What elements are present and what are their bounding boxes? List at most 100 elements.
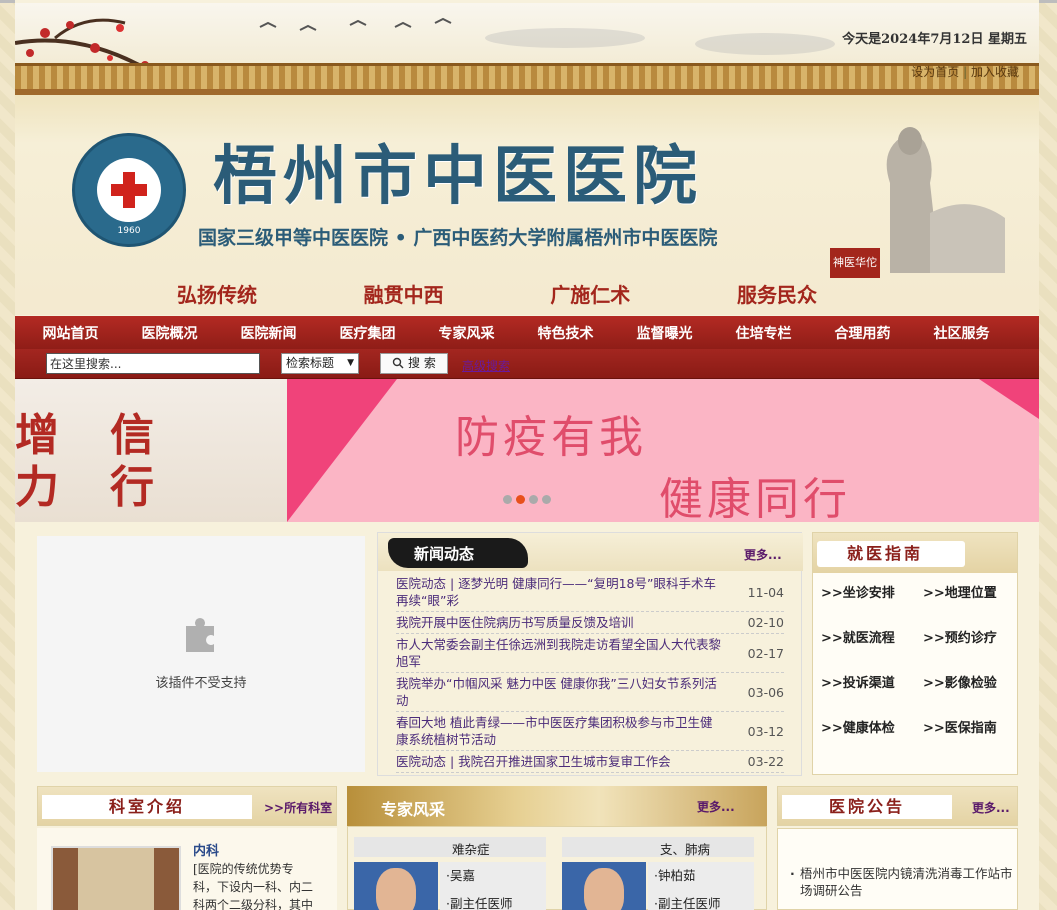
expert-specialty: 支、肺病: [660, 842, 711, 857]
news-item-date: 03-06: [747, 684, 784, 700]
news-item-date: 03-22: [747, 754, 784, 769]
guide-link-location[interactable]: >>地理位置: [923, 585, 1021, 603]
slogans: 弘扬传统 融贯中西 广施仁术 服务民众: [177, 279, 817, 308]
nav-item-home[interactable]: 网站首页: [21, 323, 120, 343]
banner-carousel[interactable]: 增 信 力 行 防疫有我 健康同行: [15, 379, 1039, 522]
expert-info: ·吴嘉 ·副主任医师: [440, 862, 546, 910]
nav-item-community[interactable]: 社区服务: [912, 323, 1011, 343]
medical-guide-panel: 就医指南 >>坐诊安排 >>地理位置 >>就医流程 >>预约诊疗 >>投诉渠道 …: [812, 532, 1018, 775]
slogan: 弘扬传统: [177, 283, 257, 307]
all-departments-link[interactable]: >>所有科室: [264, 799, 332, 816]
red-cross-icon: [111, 172, 147, 208]
site-header: 今天是2024年7月12日 星期五 设为首页 | 加入收藏 1960 梧州市中医…: [15, 3, 1039, 315]
nav-item-residency[interactable]: 住培专栏: [714, 323, 813, 343]
news-header: 新闻动态 更多...: [378, 533, 803, 571]
experts-more-link[interactable]: 更多...: [697, 798, 735, 815]
top-links: 设为首页 | 加入收藏: [911, 65, 1019, 79]
expert-photo[interactable]: [562, 862, 646, 910]
expert-card-top: 支、肺病: [562, 837, 754, 857]
news-list: 医院动态 | 逐梦光明 健康同行——“复明18号”眼科手术车再续“眼”彩 11-0…: [396, 573, 784, 773]
logo-inner-circle: [97, 158, 161, 222]
nav-item-overview[interactable]: 医院概况: [120, 323, 219, 343]
advanced-search-link[interactable]: 高级搜索: [462, 357, 510, 374]
news-item-title[interactable]: 我院举办“巾帼风采 魅力中医 健康你我”三八妇女节系列活动: [396, 675, 724, 709]
news-item[interactable]: 我院举办“巾帼风采 魅力中医 健康你我”三八妇女节系列活动 03-06: [396, 673, 784, 712]
news-item-title[interactable]: 我院开展中医住院病历书写质量反馈及培训: [396, 614, 724, 631]
expert-card[interactable]: 支、肺病 ·钟柏茹 ·副主任医师: [562, 837, 754, 910]
guide-link-complaint[interactable]: >>投诉渠道: [821, 675, 923, 693]
experts-title: 专家风采: [381, 800, 446, 819]
expert-role: ·副主任医师: [446, 896, 513, 910]
expert-name[interactable]: ·钟柏茹: [648, 862, 754, 890]
logo-year: 1960: [117, 226, 141, 236]
news-item-title[interactable]: 医院动态 | 逐梦光明 健康同行——“复明18号”眼科手术车再续“眼”彩: [396, 575, 724, 609]
news-item-title[interactable]: 春回大地 植此青绿——市中医医疗集团积极参与市卫生健康系统植树节活动: [396, 714, 724, 748]
nav-item-medical-group[interactable]: 医疗集团: [318, 323, 417, 343]
nav-item-special-tech[interactable]: 特色技术: [516, 323, 615, 343]
news-item[interactable]: 春回大地 植此青绿——市中医医疗集团积极参与市卫生健康系统植树节活动 03-12: [396, 712, 784, 751]
guide-link-process[interactable]: >>就医流程: [821, 630, 923, 648]
experts-panel: 专家风采 更多... 难杂症 ·吴嘉 ·副主任医师 支、肺病 ·钟柏茹 ·副主任…: [347, 786, 767, 910]
guide-link-appointment[interactable]: >>预约诊疗: [923, 630, 1021, 648]
add-favorite-link[interactable]: 加入收藏: [971, 65, 1019, 79]
search-type-select[interactable]: 检索标题 ▼: [281, 353, 359, 374]
nav-item-rational-drug[interactable]: 合理用药: [813, 323, 912, 343]
expert-name[interactable]: ·吴嘉: [440, 862, 546, 890]
search-button[interactable]: 搜 索: [380, 353, 448, 374]
news-item[interactable]: 医院动态 | 逐梦光明 健康同行——“复明18号”眼科手术车再续“眼”彩 11-0…: [396, 573, 784, 612]
unsupported-plugin: 该插件不受支持: [37, 536, 365, 772]
banner-char: 行: [110, 462, 154, 513]
nav-item-experts[interactable]: 专家风采: [417, 323, 516, 343]
experts-body: 难杂症 ·吴嘉 ·副主任医师 支、肺病 ·钟柏茹 ·副主任医师: [347, 826, 767, 910]
experts-header: 专家风采 更多...: [347, 786, 767, 826]
guide-link-schedule[interactable]: >>坐诊安排: [821, 585, 923, 603]
notice-body: 梧州市中医医院内镜清洗消毒工作站市场调研公告: [777, 828, 1018, 910]
news-item[interactable]: 医院动态 | 我院召开推进国家卫生城市复审工作会 03-22: [396, 751, 784, 773]
dept-body: 内科 [医院的传统优势专科，下设内一科、内二科两个二级分科，其中内一: [37, 828, 337, 910]
search-input[interactable]: [46, 353, 260, 374]
expert-face: [584, 868, 624, 910]
nav-item-supervision[interactable]: 监督曝光: [615, 323, 714, 343]
statue-label: 神医华佗: [830, 248, 880, 278]
carousel-dot[interactable]: [503, 495, 512, 504]
department-photo[interactable]: [51, 846, 181, 910]
current-date: 今天是2024年7月12日 星期五: [842, 32, 1027, 47]
site-title: 梧州市中医医院: [213, 139, 703, 214]
expert-role: ·副主任医师: [654, 896, 721, 910]
expert-photo[interactable]: [354, 862, 438, 910]
guide-link-checkup[interactable]: >>健康体检: [821, 720, 923, 738]
plugin-message: 该插件不受支持: [155, 676, 247, 691]
expert-card[interactable]: 难杂症 ·吴嘉 ·副主任医师: [354, 837, 546, 910]
nav-item-news[interactable]: 医院新闻: [219, 323, 318, 343]
notice-panel: 医院公告 更多... 梧州市中医医院内镜清洗消毒工作站市场调研公告: [777, 786, 1018, 910]
search-type-value: 检索标题: [286, 356, 335, 370]
news-item[interactable]: 我院开展中医住院病历书写质量反馈及培训 02-10: [396, 612, 784, 634]
search-button-label: 搜 索: [408, 356, 436, 370]
expert-face: [376, 868, 416, 910]
news-item-title[interactable]: 医院动态 | 我院召开推进国家卫生城市复审工作会: [396, 753, 724, 770]
set-homepage-link[interactable]: 设为首页: [911, 65, 959, 79]
guide-link-imaging[interactable]: >>影像检验: [923, 675, 1021, 693]
department-name[interactable]: 内科: [193, 840, 219, 859]
hospital-logo[interactable]: 1960: [72, 133, 186, 247]
notice-item[interactable]: 梧州市中医医院内镜清洗消毒工作站市场调研公告: [790, 865, 1016, 899]
site-subtitle: 国家三级甲等中医医院 • 广西中医药大学附属梧州市中医医院: [198, 227, 718, 249]
carousel-dot[interactable]: [542, 495, 551, 504]
roof-eave-decoration: [15, 89, 1039, 95]
expert-specialty: 难杂症: [452, 842, 490, 857]
news-item-date: 02-10: [747, 615, 784, 630]
banner-triangle-decoration: [287, 379, 397, 522]
search-bar: 检索标题 ▼ 搜 索 高级搜索: [15, 349, 1039, 379]
carousel-dot-active[interactable]: [516, 495, 525, 504]
banner-subheadline: 健康同行: [659, 474, 851, 522]
notice-more-link[interactable]: 更多...: [972, 799, 1010, 816]
search-icon: [392, 357, 404, 369]
banner-left-slide: 增 信 力 行: [15, 379, 287, 522]
news-item-title[interactable]: 市人大常委会副主任徐远洲到我院走访看望全国人大代表黎旭军: [396, 636, 724, 670]
news-more-link[interactable]: 更多...: [744, 546, 782, 563]
news-item[interactable]: 市人大常委会副主任徐远洲到我院走访看望全国人大代表黎旭军 02-17: [396, 634, 784, 673]
crane-birds-icon: [259, 17, 452, 31]
banner-triangle-decoration: [979, 379, 1039, 419]
carousel-dot[interactable]: [529, 495, 538, 504]
guide-link-insurance[interactable]: >>医保指南: [923, 720, 1021, 738]
